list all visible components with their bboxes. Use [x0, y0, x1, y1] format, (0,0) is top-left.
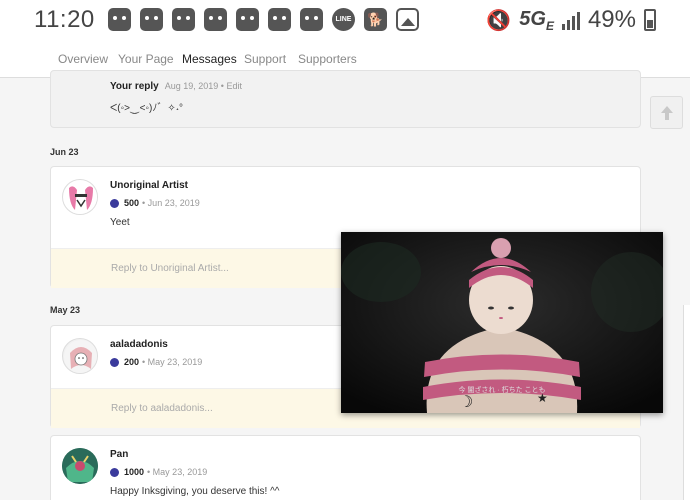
dog-app-icon: 🐕 — [364, 8, 387, 31]
discord-icon — [300, 8, 323, 31]
reply-text: ᐸ(◦>⏝<◦)ﾉ゛✧˖° — [110, 103, 184, 114]
edit-link[interactable]: • Edit — [221, 81, 242, 91]
clock: 11:20 — [34, 6, 95, 33]
video-subtitle: 今 闇ざされ · 朽ちた ことも — [458, 387, 546, 394]
arrow-up-icon — [661, 106, 673, 120]
date-heading: Jun 23 — [50, 147, 79, 157]
support-meta: 500 • Jun 23, 2019 — [110, 198, 200, 208]
avatar[interactable] — [62, 448, 98, 484]
notification-icons: LINE 🐕 — [108, 8, 419, 31]
gallery-icon — [396, 8, 419, 31]
battery-icon — [644, 9, 656, 31]
own-reply-card: Your reply Aug 19, 2019 • Edit ᐸ(◦>⏝<◦)ﾉ゛… — [50, 70, 641, 128]
supporter-name[interactable]: Unoriginal Artist — [110, 180, 188, 191]
tab-supporters[interactable]: Supporters — [298, 52, 357, 66]
discord-icon — [108, 8, 131, 31]
status-bar: 11:20 LINE 🐕 🔇 5GE 49% — [0, 0, 690, 40]
video-player[interactable]: ☽ ★ 今 闇ざされ · 朽ちた ことも — [341, 232, 663, 413]
support-message: Yeet — [110, 217, 130, 228]
support-meta: 1000 • May 23, 2019 — [110, 467, 207, 477]
discord-icon — [236, 8, 259, 31]
scroll-to-top-button[interactable] — [650, 96, 683, 129]
message-card: Pan 1000 • May 23, 2019 Happy Inksgiving… — [50, 435, 641, 500]
avatar[interactable] — [62, 179, 98, 215]
signal-icon — [561, 10, 580, 30]
tab-your-page[interactable]: Your Page — [118, 52, 174, 66]
support-message: Happy Inksgiving, you deserve this! ^^ — [110, 486, 280, 497]
support-meta: 200 • May 23, 2019 — [110, 357, 202, 367]
mute-icon: 🔇 — [486, 9, 512, 32]
coin-icon — [110, 357, 119, 367]
network-indicator: 5GE — [519, 7, 554, 33]
tab-overview[interactable]: Overview — [58, 52, 108, 66]
supporter-name[interactable]: Pan — [110, 449, 128, 460]
page-edge — [683, 305, 690, 500]
coin-icon — [110, 467, 119, 477]
discord-icon — [204, 8, 227, 31]
coin-icon — [110, 198, 119, 208]
date-heading: May 23 — [50, 305, 81, 315]
reply-header: Your reply Aug 19, 2019 • Edit — [110, 81, 242, 92]
battery-percent: 49% — [587, 6, 636, 33]
discord-icon — [140, 8, 163, 31]
tab-support[interactable]: Support — [244, 52, 286, 66]
tab-messages[interactable]: Messages — [179, 52, 240, 76]
system-icons: 🔇 5GE 49% — [486, 6, 656, 34]
discord-icon — [268, 8, 291, 31]
supporter-name[interactable]: aaladadonis — [110, 339, 168, 350]
avatar[interactable] — [62, 338, 98, 374]
line-app-icon: LINE — [332, 8, 355, 31]
discord-icon — [172, 8, 195, 31]
